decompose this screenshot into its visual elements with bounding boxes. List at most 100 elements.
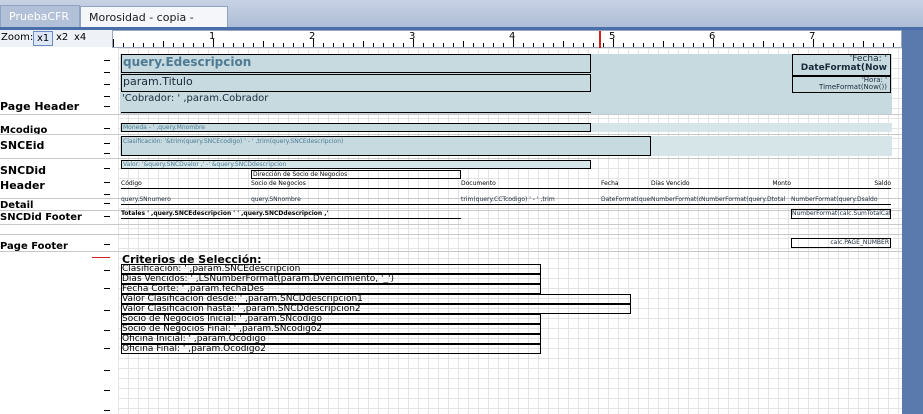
- detail-dias[interactable]: NumberFormat(query.DIas: [651, 196, 701, 205]
- ruler-tick: [173, 43, 174, 47]
- ruler-tick: [113, 39, 114, 47]
- ruler-tick: [743, 43, 744, 47]
- detail-fecha[interactable]: DateFormat(query.: [601, 196, 651, 205]
- ruler-tick: [163, 41, 164, 47]
- zoom-x4-button[interactable]: x4: [71, 31, 89, 46]
- detail-snnumero[interactable]: query.SNnumero: [121, 196, 251, 205]
- valor-field[interactable]: Valor: '&query.SNCDvalor ,' -' &query.SN…: [121, 160, 591, 169]
- sum-total-field[interactable]: NumberFormat(calc.SumTotalCategoria: [791, 209, 891, 219]
- ruler-tick: [773, 43, 774, 47]
- tab-bar: PruebaCFR Morosidad - copia - copia: [0, 0, 923, 46]
- ruler-tick: [443, 43, 444, 47]
- row-mark: [104, 143, 110, 144]
- criterio-line[interactable]: Fecha Corte: ' ,param.fechaDes: [121, 284, 541, 294]
- criterio-line[interactable]: Socio de Negocios Final: ' ,param.SNcodi…: [121, 324, 541, 334]
- zoom-x2-button[interactable]: x2: [53, 31, 71, 46]
- criterio-line[interactable]: Valor Clasificación desde: ' ,param.SNCD…: [121, 294, 631, 304]
- col-dias-header[interactable]: Días Vencido: [651, 180, 701, 189]
- ruler-number-2: 2: [309, 31, 316, 42]
- ruler-tick: [333, 43, 334, 47]
- detail-documento[interactable]: trim(query.CCTcodigo) ' - ' ,trim: [461, 196, 601, 205]
- hora-field[interactable]: 'Hora: ' TimeFormat(Now()): [792, 76, 891, 93]
- ruler-tick: [153, 43, 154, 47]
- criterio-line[interactable]: Oficina Inicial: ' ,param.Ocodigo: [121, 334, 541, 344]
- band-sncdid-header-label-1[interactable]: SNCDid: [0, 164, 46, 177]
- vertical-scrollbar[interactable]: [902, 30, 923, 414]
- detail-snnombre[interactable]: query.SNnombre: [251, 196, 461, 205]
- band-separator[interactable]: [0, 224, 902, 225]
- ruler-tick: [733, 43, 734, 47]
- ruler-tick: [473, 43, 474, 47]
- row-mark: [104, 288, 110, 289]
- band-sncdid-header-label-2[interactable]: Header: [0, 179, 45, 192]
- row-mark: [104, 410, 110, 411]
- ruler-tick: [293, 43, 294, 47]
- titulo-field[interactable]: param.Titulo: [121, 74, 591, 92]
- page-number-field[interactable]: calc.PAGE_NUMBER: [791, 238, 891, 248]
- ruler-tick: [603, 43, 604, 47]
- ruler-tick: [233, 43, 234, 47]
- ruler-tick: [343, 43, 344, 47]
- ruler-tick: [423, 43, 424, 47]
- band-separator[interactable]: [0, 114, 902, 115]
- ruler-tick: [653, 43, 654, 47]
- band-sncdid-footer-label[interactable]: SNCDid Footer: [0, 212, 82, 223]
- col-socio-header[interactable]: Socio de Negocios: [251, 180, 461, 189]
- detail-monto[interactable]: NumberFormat(query.Dtotal: [701, 196, 791, 205]
- ruler-tick: [303, 43, 304, 47]
- direccion-header[interactable]: Dirección de Socio de Negocios: [251, 170, 461, 179]
- ruler-tick: [823, 43, 824, 47]
- col-saldo-header[interactable]: Saldo: [791, 180, 891, 189]
- band-page-header-label[interactable]: Page Header: [0, 100, 79, 113]
- ruler-tick: [383, 43, 384, 47]
- ruler-tick: [583, 43, 584, 47]
- band-separator[interactable]: [0, 234, 902, 235]
- tab-morosidad[interactable]: Morosidad - copia - copia: [80, 6, 228, 46]
- ruler-tick: [193, 43, 194, 47]
- ruler-tick: [243, 43, 244, 47]
- criterio-line[interactable]: Valor Clasificación hasta: ' ,param.SNCD…: [121, 304, 631, 314]
- band-separator[interactable]: [0, 134, 902, 135]
- cobrador-field[interactable]: 'Cobrador: ' ,param.Cobrador: [121, 93, 591, 113]
- ruler-tick: [673, 43, 674, 47]
- band-separator[interactable]: [0, 158, 902, 159]
- ruler-number-4: 4: [509, 31, 516, 42]
- totales-field[interactable]: Totales ' ,query.SNCEdescripcion ' ' ,qu…: [121, 209, 461, 219]
- row-mark: [104, 370, 110, 371]
- report-canvas: Page Header Mcodigo SNCEid SNCDid Header…: [0, 48, 902, 414]
- horizontal-ruler: 1 2 3 4 5 6 7: [112, 30, 902, 48]
- row-mark: [104, 270, 110, 271]
- ruler-position-marker[interactable]: [599, 31, 601, 48]
- detail-saldo[interactable]: NumberFormat(query.Dsaldo: [791, 196, 891, 205]
- ruler-tick: [263, 41, 264, 47]
- zoom-x1-button[interactable]: x1: [33, 31, 54, 46]
- ruler-tick: [633, 43, 634, 47]
- col-monto-header[interactable]: Monto: [701, 180, 791, 189]
- ruler-tick: [123, 43, 124, 47]
- col-codigo-header[interactable]: Código: [121, 180, 251, 189]
- row-mark: [104, 330, 110, 331]
- row-mark: [104, 216, 110, 217]
- ruler-tick: [663, 41, 664, 47]
- tab-pruebacfr[interactable]: PruebaCFR: [0, 5, 80, 28]
- ruler-tick: [393, 43, 394, 47]
- criterio-line[interactable]: Clasificación: ' ,param.SNCEdescripcion: [121, 264, 541, 274]
- col-documento-header[interactable]: Documento: [461, 180, 601, 189]
- edescripcion-field[interactable]: query.Edescripcion: [121, 54, 591, 73]
- ruler-tick: [503, 43, 504, 47]
- ruler-number-7: 7: [809, 31, 816, 42]
- row-mark: [104, 128, 110, 129]
- criterio-line[interactable]: Socio de Negocios Inicial: ' ,param.SNco…: [121, 314, 541, 324]
- ruler-number-5: 5: [609, 31, 616, 42]
- fecha-value: DateFormat(Now: [800, 63, 887, 73]
- clasificacion-field[interactable]: Clasificación: '&trim(query.SNCEcodigo) …: [121, 136, 651, 156]
- band-sncid-label[interactable]: SNCEid: [0, 139, 44, 152]
- ruler-tick: [703, 43, 704, 47]
- band-separator[interactable]: [0, 251, 902, 252]
- criterio-line[interactable]: Oficina Final: ' ,param.Ocodigo2: [121, 344, 541, 354]
- col-fecha-header[interactable]: Fecha: [601, 180, 651, 189]
- ruler-tick: [753, 43, 754, 47]
- fecha-field[interactable]: 'Fecha: ' DateFormat(Now: [792, 54, 891, 76]
- moneda-field[interactable]: Moneda - ' ,query.Mnombre: [121, 123, 591, 132]
- criterio-line[interactable]: Días Vencidos: ' ,LSNumberFormat(param.D…: [121, 274, 541, 284]
